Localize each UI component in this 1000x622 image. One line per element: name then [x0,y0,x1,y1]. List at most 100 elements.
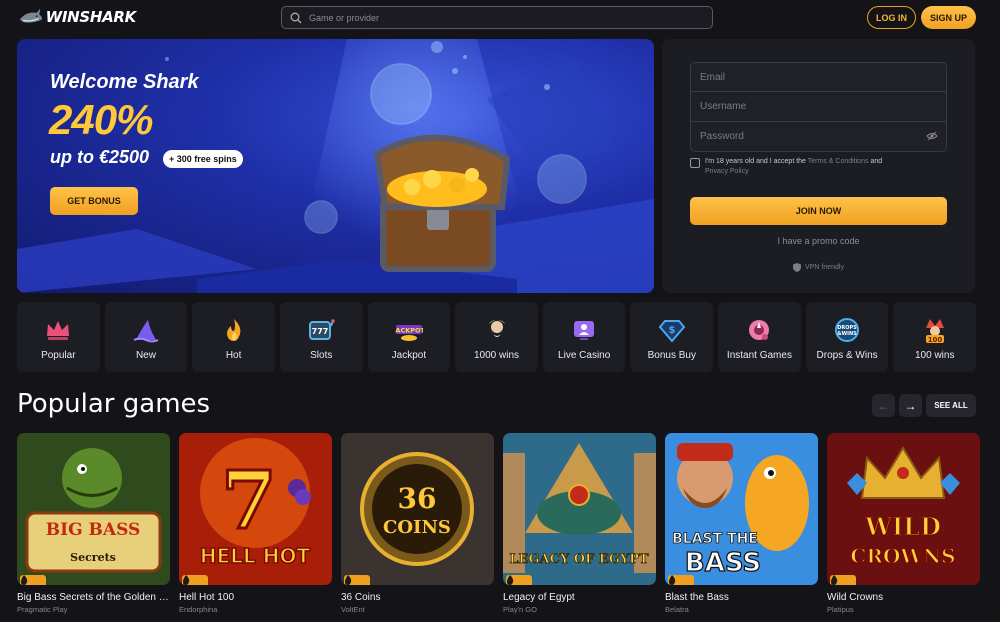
game-thumbnail[interactable]: LEGACY OF EGYPT [503,433,656,585]
live-casino-icon [574,321,595,340]
svg-text:36: 36 [398,482,437,515]
game-card[interactable]: WILD CROWNS Wild Crowns Platipus [827,433,980,614]
game-provider: Play'n GO [503,605,537,614]
terms-consent: I'm 18 years old and I accept the Terms … [690,157,950,176]
category-jackpot[interactable]: JACKPOT Jackpot [367,302,451,372]
svg-text:COINS: COINS [383,517,451,538]
join-now-button[interactable]: JOIN NOW [690,197,947,225]
diamond-dollar-icon: $ [658,320,686,343]
flame-icon [345,575,352,585]
popular-games-heading: Popular games [17,389,211,419]
zeus-icon [488,320,505,337]
password-field[interactable] [690,122,947,152]
svg-text:LEGACY OF EGYPT: LEGACY OF EGYPT [509,552,649,567]
svg-text:CROWNS: CROWNS [850,544,955,568]
game-art-blast-the-bass: BLAST THE BASS [665,433,818,585]
flame-icon [183,575,190,585]
category-popular[interactable]: Popular [17,302,100,372]
game-card[interactable]: 7 HELL HOT Hell Hot 100 Endorphina [179,433,332,614]
signup-button[interactable]: SIGN UP [921,6,976,29]
jackpot-icon: JACKPOT [395,325,423,341]
login-button[interactable]: LOG IN [867,6,916,29]
terms-text: I'm 18 years old and I accept the Terms … [705,158,883,175]
category-hot[interactable]: Hot [192,302,275,372]
slot-machine-icon: 777 [309,319,336,340]
get-bonus-button[interactable]: GET BONUS [50,187,138,215]
game-provider: VoltEnt [341,605,365,614]
game-title[interactable]: Blast the Bass [665,592,818,603]
username-input[interactable] [700,101,920,112]
game-thumbnail[interactable]: BIG BASS Secrets [17,433,170,585]
game-title[interactable]: Wild Crowns [827,592,980,603]
password-input[interactable] [700,131,920,142]
hot-badge [182,575,208,585]
game-card[interactable]: LEGACY OF EGYPT Legacy of Egypt Play'n G… [503,433,656,614]
popular-games-row: BIG BASS Secrets Big Bass Secrets of the… [17,433,980,614]
banner-welcome: Welcome Shark [50,71,199,93]
game-thumbnail[interactable]: 7 HELL HOT [179,433,332,585]
welcome-banner[interactable]: Welcome Shark 240% up to €2500 + 300 fre… [17,39,654,293]
privacy-link[interactable]: Privacy Policy [705,168,749,175]
banner-upto: up to €2500 [50,147,150,167]
category-100-wins[interactable]: 100 100 wins [893,302,977,372]
banner-free-spins-badge: + 300 free spins [163,150,243,168]
category-drops-wins[interactable]: DROPS &WINS Drops & Wins [805,302,889,372]
game-card[interactable]: BLAST THE BASS Blast the Bass Belatra [665,433,818,614]
svg-text:HELL HOT: HELL HOT [200,544,311,568]
hot-badge [830,575,856,585]
email-input[interactable] [700,71,920,83]
flame-icon [226,319,240,341]
game-provider: Pragmatic Play [17,605,68,614]
game-provider: Platipus [827,605,854,614]
category-slots[interactable]: 777 Slots [279,302,363,372]
game-title[interactable]: 36 Coins [341,592,494,603]
category-1000-wins[interactable]: 1000 wins [455,302,538,372]
flame-icon [21,575,28,585]
terms-checkbox[interactable] [690,158,700,168]
category-new[interactable]: New [104,302,188,372]
game-title[interactable]: Hell Hot 100 [179,592,332,603]
svg-text:WILD: WILD [864,512,941,541]
game-art-wild-crowns: WILD CROWNS [827,433,980,585]
terms-link[interactable]: Terms & Conditions [808,158,869,165]
svg-text:Secrets: Secrets [70,551,116,564]
game-title[interactable]: Big Bass Secrets of the Golden Lake [17,592,170,603]
game-art-36-coins: 36 COINS [341,433,494,585]
username-field[interactable] [690,92,947,122]
svg-text:&WINS: &WINS [837,331,857,337]
eye-slash-icon[interactable] [926,131,938,141]
search-bar[interactable] [281,6,713,29]
svg-text:BIG BASS: BIG BASS [46,520,141,540]
game-thumbnail[interactable]: 36 COINS [341,433,494,585]
instant-games-icon [749,320,770,340]
email-field[interactable] [690,62,947,92]
game-thumbnail[interactable]: WILD CROWNS [827,433,980,585]
shark-fin-icon [133,320,159,343]
arrow-right-icon: → [904,398,917,413]
shield-icon [793,263,802,272]
promo-code-link[interactable]: I have a promo code [662,236,975,246]
category-bonus-buy[interactable]: $ Bonus Buy [630,302,714,372]
jester-100-icon: 100 [925,319,944,344]
vpn-friendly: VPN friendly [662,263,975,272]
search-input[interactable] [309,12,689,23]
game-thumbnail[interactable]: BLAST THE BASS [665,433,818,585]
game-provider: Endorphina [179,605,218,614]
category-instant-games[interactable]: Instant Games [718,302,801,372]
game-card[interactable]: 36 COINS 36 Coins VoltEnt [341,433,494,614]
logo-text: WINSHARK [45,8,137,26]
winshark-logo[interactable]: WINSHARK [18,3,136,31]
shark-logo-icon [19,8,43,23]
see-all-button[interactable]: SEE ALL [926,394,976,417]
game-title[interactable]: Legacy of Egypt [503,592,656,603]
game-card[interactable]: BIG BASS Secrets Big Bass Secrets of the… [17,433,170,614]
svg-text:BASS: BASS [685,548,761,578]
carousel-prev-button[interactable]: ← [872,394,895,417]
game-art-legacy-of-egypt: LEGACY OF EGYPT [503,433,656,585]
category-live-casino[interactable]: Live Casino [542,302,626,372]
hot-badge [344,575,370,585]
category-bar: Popular New Hot 777 Slots JACKPOT Jackpo… [17,302,977,372]
svg-text:JACKPOT: JACKPOT [395,327,423,335]
hot-badge [506,575,532,585]
carousel-next-button[interactable]: → [899,394,922,417]
